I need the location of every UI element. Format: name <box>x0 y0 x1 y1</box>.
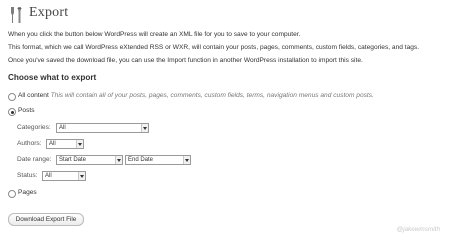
chevron-down-icon <box>76 140 83 148</box>
status-select-value: All <box>45 173 52 179</box>
status-label: Status: <box>17 172 38 179</box>
chevron-down-icon <box>78 172 85 180</box>
start-date-select-value: Start Date <box>59 157 87 163</box>
option-posts-label: Posts <box>18 107 35 114</box>
radio-all-content[interactable] <box>8 93 16 101</box>
chevron-down-icon <box>115 156 122 164</box>
radio-posts[interactable] <box>8 108 16 116</box>
download-export-button[interactable]: Download Export File <box>8 213 84 226</box>
intro-text-line-1: When you click the button below WordPres… <box>8 31 301 38</box>
section-heading: Choose what to export <box>8 73 97 82</box>
page-title: Export <box>29 5 69 20</box>
option-all-content-description: This will contain all of your posts, pag… <box>50 92 374 99</box>
intro-text-line-3: Once you've saved the download file, you… <box>8 57 363 64</box>
end-date-select-value: End Date <box>128 157 154 163</box>
authors-select[interactable]: All <box>46 139 84 149</box>
chevron-down-icon <box>183 156 190 164</box>
option-pages-label: Pages <box>18 189 37 196</box>
intro-text-line-2: This format, which we call WordPress eXt… <box>8 44 420 51</box>
categories-label: Categories: <box>17 124 51 131</box>
categories-select-value: All <box>59 125 66 131</box>
categories-select[interactable]: All <box>56 123 149 133</box>
status-select[interactable]: All <box>42 171 86 181</box>
option-all-content-label: All content <box>18 92 49 99</box>
end-date-select[interactable]: End Date <box>125 155 191 165</box>
chevron-down-icon <box>141 124 148 132</box>
radio-pages[interactable] <box>8 190 16 198</box>
date-range-label: Date range: <box>17 156 52 163</box>
watermark-text: @jakewmsmith <box>396 226 440 233</box>
start-date-select[interactable]: Start Date <box>56 155 123 165</box>
tools-icon <box>8 6 24 24</box>
authors-label: Authors: <box>17 140 42 147</box>
option-all-content: All content This will contain all of you… <box>18 92 374 99</box>
authors-select-value: All <box>49 141 56 147</box>
